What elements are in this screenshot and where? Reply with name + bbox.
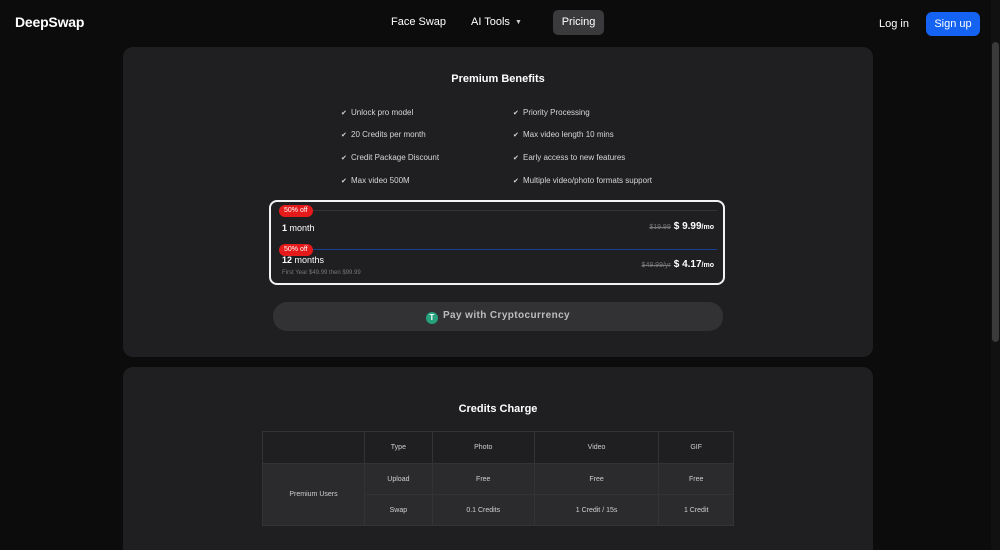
table-cell: Free <box>533 463 660 495</box>
table-header-blank <box>262 431 365 464</box>
credits-table: Type Photo Video GIF Premium Users Uploa… <box>262 431 734 526</box>
login-link[interactable]: Log in <box>879 18 909 30</box>
benefit-item: ✔ Unlock pro model <box>341 108 413 117</box>
table-cell: Free <box>431 463 535 495</box>
check-icon: ✔ <box>513 132 519 139</box>
plan-subtext: First Year $49.99 then $99.99 <box>282 270 361 276</box>
table-header: Video <box>533 431 660 464</box>
benefit-item: ✔ Priority Processing <box>513 108 590 117</box>
credits-charge-card: Credits Charge Type Photo Video GIF Prem… <box>123 367 873 550</box>
plan-option-1-month[interactable]: 50% off 1 month $19.99 $ 9.99/mo <box>279 205 717 242</box>
table-header-row: Type Photo Video GIF <box>262 431 734 464</box>
benefit-item: ✔ Credit Package Discount <box>341 153 439 162</box>
premium-benefits-card: Premium Benefits ✔ Unlock pro model ✔ 20 C… <box>123 47 873 357</box>
plan-price: $19.99 $ 9.99/mo <box>649 221 714 232</box>
table-header: Photo <box>431 431 535 464</box>
top-nav: DeepSwap Face Swap AI Tools ▼ Pricing Log… <box>0 0 1000 46</box>
plan-selector: 50% off 1 month $19.99 $ 9.99/mo 50% off … <box>269 200 725 285</box>
plan-name: 12 months <box>282 255 325 265</box>
plan-option-12-months[interactable]: 50% off 12 months First Year $49.99 then… <box>279 244 717 280</box>
check-icon: ✔ <box>341 155 347 162</box>
benefit-label: 20 Credits per month <box>351 130 426 139</box>
benefit-item: ✔ Multiple video/photo formats support <box>513 176 652 185</box>
table-header: Type <box>364 431 433 464</box>
table-header: GIF <box>658 431 734 464</box>
benefit-label: Credit Package Discount <box>351 153 440 162</box>
plan-name: 1 month <box>282 223 315 233</box>
table-cell: Upload <box>364 463 433 495</box>
table-cell: Swap <box>364 494 433 526</box>
row-label-premium-users: Premium Users <box>262 463 365 526</box>
signup-button[interactable]: Sign up <box>926 12 980 36</box>
check-icon: ✔ <box>513 110 519 117</box>
benefit-label: Max video 500M <box>351 176 410 185</box>
discount-badge: 50% off <box>279 205 313 217</box>
premium-title: Premium Benefits <box>451 73 545 85</box>
check-icon: ✔ <box>341 110 347 117</box>
pay-crypto-button[interactable]: T Pay with Cryptocurrency <box>273 302 723 331</box>
logo[interactable]: DeepSwap <box>15 14 84 30</box>
table-cell: 1 Credit / 15s <box>533 494 660 526</box>
benefit-label: Early access to new features <box>523 153 626 162</box>
benefit-item: ✔ Early access to new features <box>513 153 625 162</box>
check-icon: ✔ <box>513 155 519 162</box>
tether-icon: T <box>425 311 438 324</box>
benefit-label: Multiple video/photo formats support <box>523 176 652 185</box>
nav-ai-tools[interactable]: AI Tools ▼ <box>471 16 522 28</box>
nav-pricing[interactable]: Pricing <box>553 10 604 35</box>
check-icon: ✔ <box>341 132 347 139</box>
check-icon: ✔ <box>513 178 519 185</box>
page-scrollbar[interactable] <box>991 0 1000 550</box>
benefit-label: Priority Processing <box>523 108 590 117</box>
plan-price: $49.99/yr $ 4.17/mo <box>641 259 714 270</box>
chevron-down-icon: ▼ <box>514 19 522 26</box>
nav-ai-tools-label: AI Tools <box>471 16 510 28</box>
benefit-item: ✔ Max video length 10 mins <box>513 130 614 139</box>
benefit-label: Unlock pro model <box>351 108 414 117</box>
check-icon: ✔ <box>341 178 347 185</box>
benefit-item: ✔ Max video 500M <box>341 176 410 185</box>
table-cell: 0.1 Credits <box>431 494 535 526</box>
credits-title: Credits Charge <box>458 403 538 415</box>
benefit-label: Max video length 10 mins <box>523 130 614 139</box>
table-row: Premium Users Upload Free Free Free <box>262 463 734 526</box>
nav-face-swap[interactable]: Face Swap <box>391 16 446 28</box>
benefit-item: ✔ 20 Credits per month <box>341 130 426 139</box>
table-cell: Free <box>658 463 734 495</box>
table-cell: 1 Credit <box>658 494 734 526</box>
scrollbar-thumb[interactable] <box>992 42 999 342</box>
pay-crypto-label: Pay with Cryptocurrency <box>442 309 570 321</box>
